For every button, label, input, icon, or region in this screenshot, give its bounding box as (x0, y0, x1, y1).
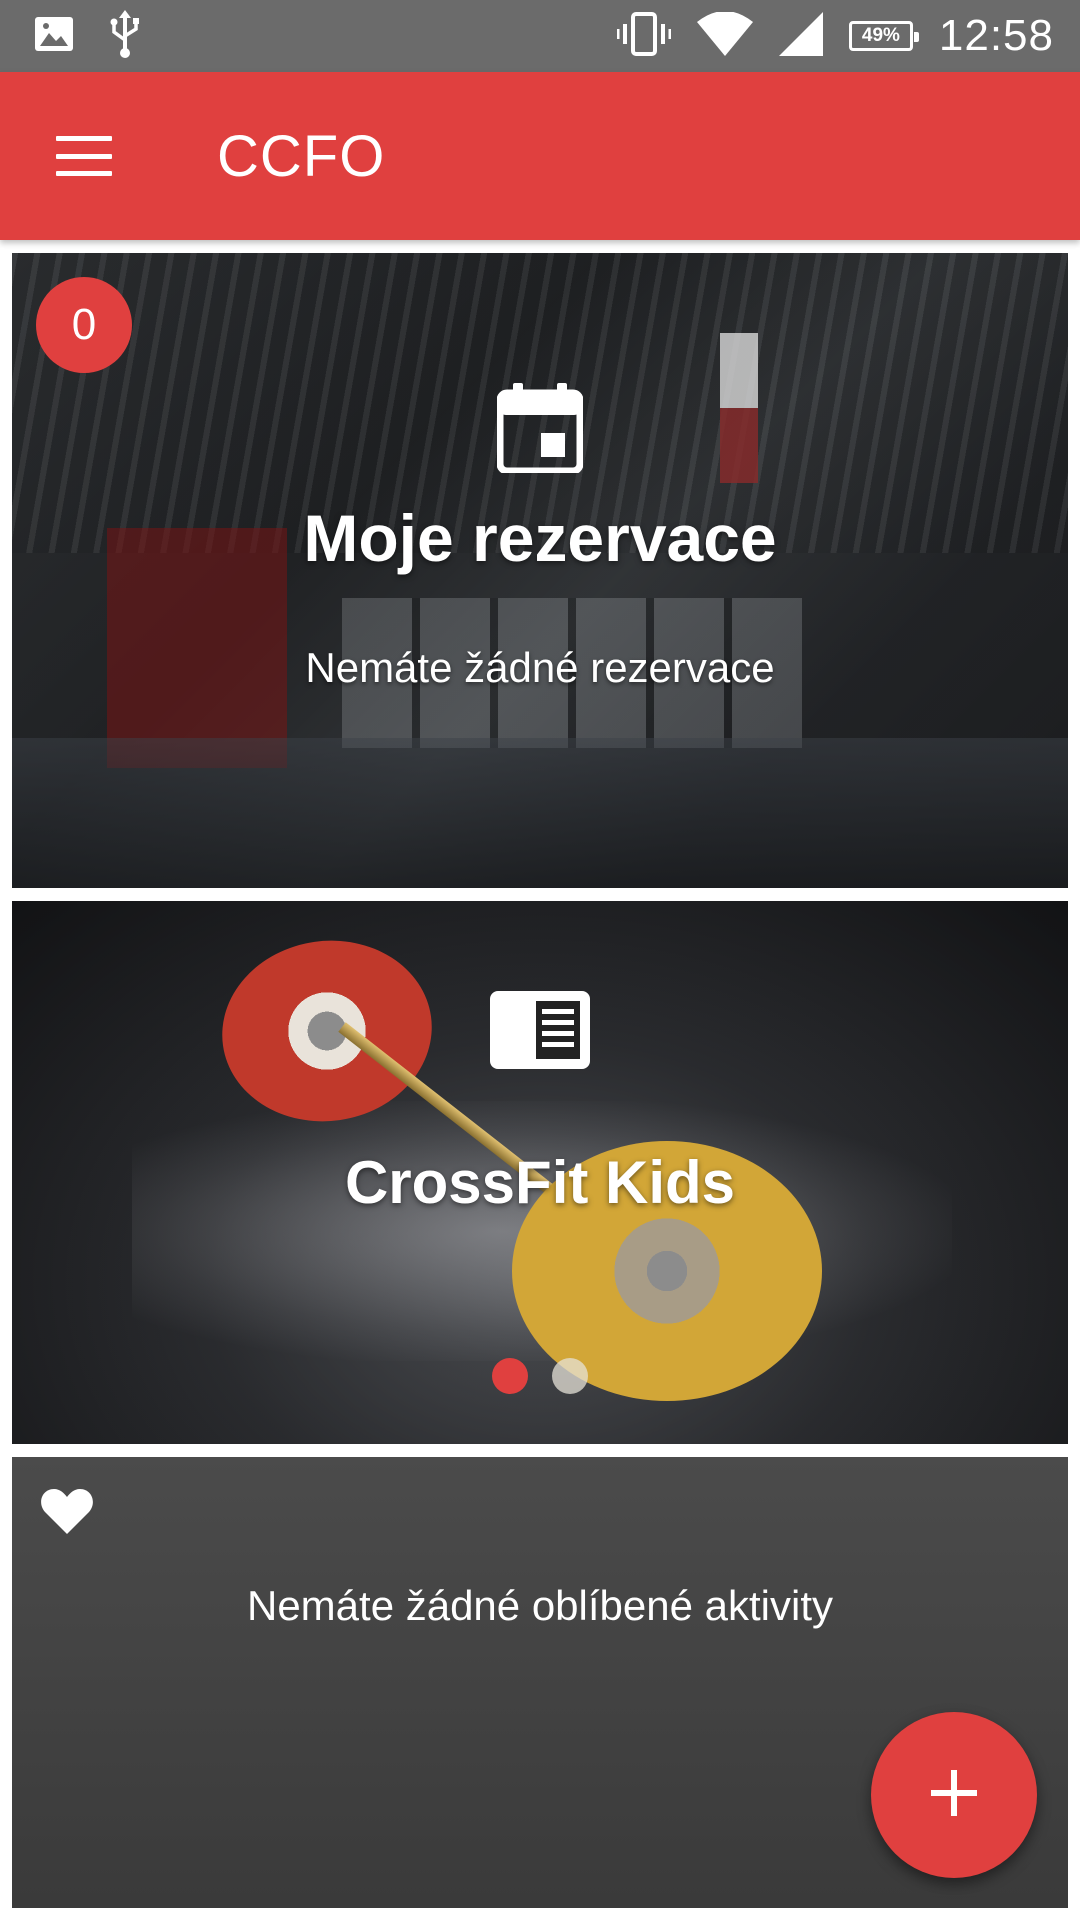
signal-icon (778, 11, 823, 61)
pager-dot-2[interactable] (552, 1358, 588, 1394)
battery-level: 49% (861, 25, 900, 46)
app-bar: CCFO (0, 72, 1080, 240)
gym-background-floor (12, 738, 1068, 888)
heart-icon (40, 1487, 94, 1540)
plus-icon (931, 1769, 977, 1821)
news-carousel-card[interactable]: CrossFit Kids (12, 901, 1068, 1444)
status-clock: 12:58 (938, 11, 1054, 60)
add-button[interactable] (871, 1712, 1037, 1878)
pager-dot-1[interactable] (492, 1358, 528, 1394)
battery-icon: 49% (848, 21, 919, 51)
wifi-icon (696, 10, 753, 61)
status-left (34, 9, 142, 63)
hamburger-icon-line (56, 171, 112, 176)
vibrate-icon (616, 11, 672, 61)
menu-button[interactable] (56, 136, 112, 176)
reservations-card[interactable]: 0 Moje rezervace Nemáte žádné rezervace (12, 253, 1068, 888)
app-title: CCFO (217, 123, 386, 189)
status-bar: 49% 12:58 (0, 0, 1080, 72)
hamburger-icon-line (56, 153, 112, 159)
gym-background-flag (720, 333, 758, 483)
reservation-count-badge: 0 (36, 277, 132, 373)
news-title: CrossFit Kids (344, 1149, 736, 1216)
image-icon (34, 16, 74, 57)
carousel-pager (12, 1358, 1068, 1394)
reservations-title: Moje rezervace (303, 501, 777, 575)
usb-icon (108, 9, 142, 63)
gym-background-banner (107, 528, 287, 768)
status-right: 49% 12:58 (616, 10, 1054, 61)
calendar-icon (496, 383, 584, 478)
news-icon (490, 991, 590, 1074)
reservations-empty-text: Nemáte žádné rezervace (305, 644, 775, 691)
hamburger-icon-line (56, 136, 112, 141)
favorites-empty-text: Nemáte žádné oblíbené aktivity (246, 1582, 833, 1629)
